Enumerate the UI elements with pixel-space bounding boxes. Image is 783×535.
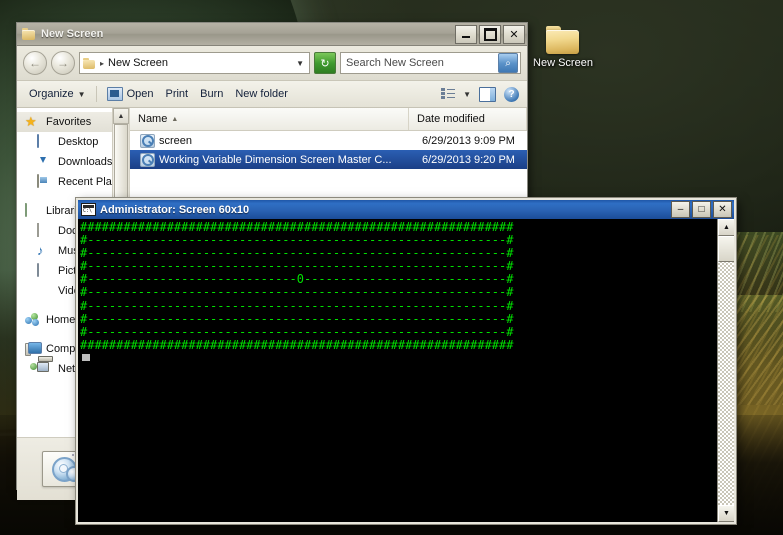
column-header-name[interactable]: Name ▲ (130, 108, 409, 130)
search-icon[interactable]: ⌕ (498, 53, 518, 73)
homegroup-icon (25, 313, 41, 327)
maximize-button[interactable] (479, 24, 501, 44)
picture-icon (37, 263, 53, 278)
breadcrumb-current[interactable]: New Screen (108, 57, 292, 69)
file-name: Working Variable Dimension Screen Master… (159, 153, 392, 166)
console-client-area[interactable]: ########################################… (78, 219, 734, 522)
explorer-address-bar: ← → ▸ New Screen ▼ ↻ Search New Screen ⌕ (17, 46, 527, 81)
console-titlebar[interactable]: Administrator: Screen 60x10 – □ ✕ (78, 200, 734, 219)
scroll-thumb[interactable] (718, 236, 734, 262)
monitor-icon (37, 134, 53, 149)
application-icon (140, 134, 155, 148)
chevron-down-icon[interactable]: ▼ (296, 59, 306, 68)
minimize-button[interactable] (455, 24, 477, 44)
music-icon: ♪ (37, 243, 44, 258)
forward-icon: → (57, 56, 69, 70)
change-view-icon[interactable] (441, 88, 456, 100)
explorer-title: New Screen (41, 28, 104, 40)
explorer-window-buttons: ✕ (455, 24, 525, 44)
refresh-button[interactable]: ↻ (314, 52, 336, 74)
sidebar-item-label: Downloads (58, 156, 113, 168)
sidebar-item-label: Favorites (46, 116, 92, 128)
sidebar-item-label: Desktop (58, 136, 99, 148)
open-label: Open (126, 88, 154, 100)
table-row[interactable]: Working Variable Dimension Screen Master… (130, 150, 527, 169)
file-date-modified: 6/29/2013 9:09 PM (422, 134, 515, 147)
video-icon (37, 284, 53, 298)
application-icon (106, 87, 123, 101)
search-input[interactable]: Search New Screen ⌕ (340, 52, 521, 74)
preview-pane-icon[interactable] (479, 86, 496, 102)
folder-icon (22, 28, 36, 40)
organize-button[interactable]: Organize ▼ (23, 86, 92, 102)
scroll-up-button[interactable]: ▲ (113, 108, 129, 124)
console-screen-output: ########################################… (80, 220, 514, 352)
file-list-header: Name ▲ Date modified (130, 108, 527, 131)
search-placeholder: Search New Screen (346, 57, 444, 69)
download-icon (37, 155, 53, 169)
desktop-icon-new-screen[interactable]: New Screen (521, 26, 605, 70)
column-header-label: Date modified (417, 113, 485, 125)
recent-icon (37, 174, 53, 189)
console-window[interactable]: Administrator: Screen 60x10 – □ ✕ ######… (76, 198, 736, 524)
open-button[interactable]: Open (101, 85, 160, 103)
back-button[interactable]: ← (23, 51, 47, 75)
console-line: #---------------------------------------… (80, 311, 514, 326)
burn-label: Burn (200, 88, 224, 100)
console-scrollbar[interactable]: ▲ ▼ (717, 219, 734, 522)
library-icon (25, 203, 41, 218)
console-line: #---------------------------------------… (80, 298, 514, 313)
console-line: #---------------------------------------… (80, 324, 514, 339)
star-icon: ★ (25, 114, 37, 129)
console-title: Administrator: Screen 60x10 (100, 203, 250, 216)
toolbar-right-group: ▼ ? (441, 86, 521, 102)
new-folder-label: New folder (235, 88, 288, 100)
close-button[interactable]: ✕ (503, 24, 525, 44)
column-header-label: Name (138, 113, 168, 125)
chevron-down-icon[interactable]: ▼ (463, 90, 471, 99)
table-row[interactable]: screen 6/29/2013 9:09 PM (130, 131, 527, 150)
document-icon (37, 223, 53, 238)
print-button[interactable]: Print (159, 86, 194, 102)
toolbar-separator (95, 86, 97, 102)
chevron-down-icon: ▼ (77, 89, 86, 99)
burn-button[interactable]: Burn (194, 86, 229, 102)
close-button[interactable]: ✕ (713, 201, 732, 218)
explorer-toolbar: Organize ▼ Open Print Burn New folder ▼ … (17, 81, 527, 108)
new-folder-button[interactable]: New folder (229, 86, 294, 102)
scroll-up-button[interactable]: ▲ (718, 219, 734, 236)
cmd-icon (81, 203, 96, 216)
breadcrumb-separator-icon: ▸ (100, 58, 105, 68)
application-icon (140, 153, 155, 167)
help-icon[interactable]: ? (504, 86, 519, 102)
print-label: Print (165, 88, 189, 100)
desktop-icon-label: New Screen (533, 57, 593, 69)
forward-button[interactable]: → (51, 51, 75, 75)
explorer-titlebar[interactable]: New Screen ✕ (17, 23, 527, 46)
minimize-button[interactable]: – (671, 201, 690, 218)
computer-icon (25, 342, 42, 356)
scroll-thumb[interactable] (114, 124, 128, 202)
column-header-date-modified[interactable]: Date modified (409, 108, 527, 130)
file-name: screen (159, 134, 193, 147)
network-icon (30, 356, 53, 376)
maximize-button[interactable]: □ (692, 201, 711, 218)
console-line: #---------------------------------------… (80, 285, 514, 300)
organize-label: Organize (29, 88, 74, 100)
breadcrumb[interactable]: ▸ New Screen ▼ (79, 52, 310, 74)
folder-icon (546, 26, 580, 54)
back-icon: ← (29, 56, 41, 70)
console-line: ########################################… (80, 337, 514, 352)
sort-ascending-icon: ▲ (171, 115, 179, 123)
file-date-modified: 6/29/2013 9:20 PM (422, 153, 515, 166)
scroll-down-button[interactable]: ▼ (718, 505, 734, 522)
console-cursor (82, 354, 90, 361)
folder-icon (83, 57, 96, 69)
refresh-icon: ↻ (320, 57, 330, 70)
